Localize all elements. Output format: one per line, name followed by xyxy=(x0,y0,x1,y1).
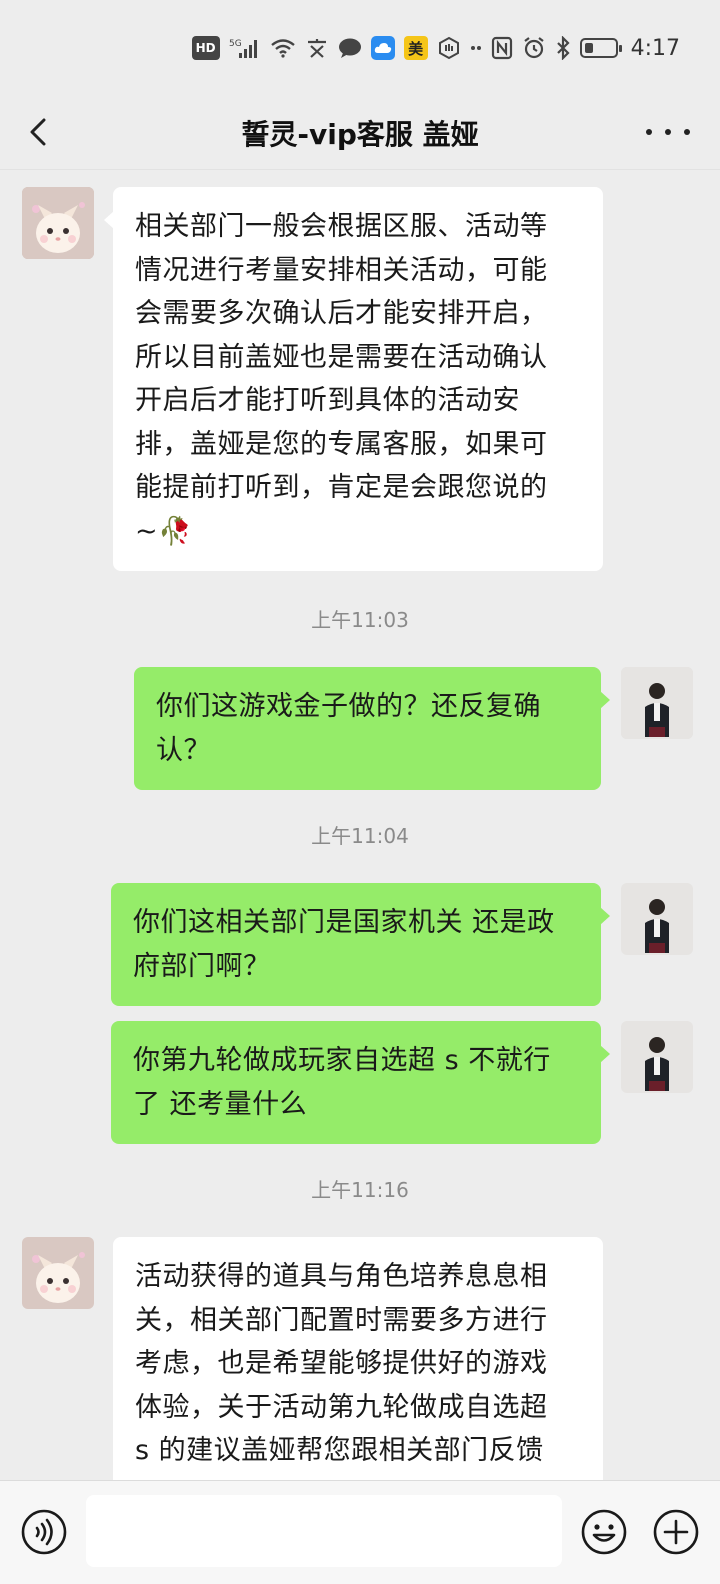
back-arrow-icon xyxy=(30,118,46,146)
chat-notification-icon xyxy=(338,36,362,60)
hd-badge: HD xyxy=(191,36,220,60)
user-avatar[interactable] xyxy=(621,1021,693,1093)
status-time: 4:17 xyxy=(630,35,680,61)
timestamp-separator: 上午11:16 xyxy=(311,1178,409,1202)
contact-avatar[interactable] xyxy=(22,187,94,259)
alarm-icon xyxy=(522,36,546,60)
outgoing-message-bubble[interactable]: 你们这游戏金子做的？还反复确 认？ xyxy=(134,667,610,790)
message-line: 活动获得的道具与角色培养息息相 xyxy=(135,1261,548,1292)
outgoing-message-bubble[interactable]: 你第九轮做成玩家自选超 s 不就行 了 还考量什么 xyxy=(111,1021,610,1144)
user-avatar[interactable] xyxy=(621,883,693,955)
message-line: 你们这游戏金子做的？还反复确 xyxy=(156,691,541,722)
contact-avatar[interactable] xyxy=(22,1237,94,1309)
message-line: 认？ xyxy=(156,734,211,766)
message-line: 关，相关部门配置时需要多方进行 xyxy=(135,1304,548,1336)
outgoing-message-bubble[interactable]: 你们这相关部门是国家机关 还是政 府部门啊？ xyxy=(111,883,610,1006)
user-avatar[interactable] xyxy=(621,667,693,739)
signal-icon: 5G xyxy=(229,36,261,60)
message-line: ~🥀 xyxy=(135,515,193,547)
timestamp-separator: 上午11:03 xyxy=(311,608,409,632)
message-line: 府部门啊？ xyxy=(133,950,271,982)
person-avatar-icon xyxy=(621,667,693,739)
wifi-icon xyxy=(270,36,296,60)
message-line: 体验，关于活动第九轮做成自选超 xyxy=(135,1391,548,1423)
cloud-icon xyxy=(370,36,395,60)
cat-avatar-icon xyxy=(22,1237,94,1309)
message-line: 情况进行考量安排相关活动，可能 xyxy=(135,254,548,286)
back-button[interactable] xyxy=(22,112,62,152)
message-line: 相关部门一般会根据区服、活动等 xyxy=(135,211,548,242)
incoming-message-bubble[interactable]: 相关部门一般会根据区服、活动等 情况进行考量安排相关活动，可能 会需要多次确认后… xyxy=(104,187,603,571)
message-line: s 的建议盖娅帮您跟相关部门反馈 xyxy=(135,1435,544,1466)
plus-icon xyxy=(653,1509,699,1555)
input-bar xyxy=(0,1480,720,1584)
app-notification-icon xyxy=(305,36,329,60)
message-line: 排，盖娅是您的专属客服，如果可 xyxy=(135,428,548,460)
message-line: 考虑，也是希望能够提供好的游戏 xyxy=(135,1348,548,1379)
voice-button[interactable] xyxy=(20,1508,68,1556)
chat-title: 誓灵-vip客服 盖娅 xyxy=(241,117,479,151)
incoming-message-bubble[interactable]: 活动获得的道具与角色培养息息相 关，相关部门配置时需要多方进行 考虑，也是希望能… xyxy=(113,1237,603,1480)
chat-header: 誓灵-vip客服 盖娅 xyxy=(0,96,720,170)
more-functions-button[interactable] xyxy=(652,1508,700,1556)
more-options-button[interactable] xyxy=(646,112,690,152)
hand-icon xyxy=(437,36,461,60)
message-line: 开启后才能打听到具体的活动安 xyxy=(135,385,520,416)
emoji-icon xyxy=(581,1509,627,1555)
more-dot-icon xyxy=(684,129,690,135)
message-line: 能提前打听到，肯定是会跟您说的 xyxy=(135,472,548,503)
message-line: 你们这相关部门是国家机关 还是政 xyxy=(133,907,555,938)
voice-icon xyxy=(21,1509,67,1555)
battery-icon xyxy=(579,36,622,60)
nfc-icon xyxy=(491,36,513,60)
message-line: 会需要多次确认后才能安排开启， xyxy=(135,298,548,329)
bluetooth-icon xyxy=(555,36,571,60)
message-line: 了 还考量什么 xyxy=(133,1088,308,1120)
emoji-button[interactable] xyxy=(580,1508,628,1556)
message-input[interactable] xyxy=(86,1495,562,1567)
person-avatar-icon xyxy=(621,1021,693,1093)
dots-icon xyxy=(470,36,482,60)
status-bar: HD 5G 美 4:17 xyxy=(0,0,720,96)
cat-avatar-icon xyxy=(22,187,94,259)
message-line: 所以目前盖娅也是需要在活动确认 xyxy=(135,341,548,373)
network-label: 5G xyxy=(229,39,242,49)
person-avatar-icon xyxy=(621,883,693,955)
message-line: 你第九轮做成玩家自选超 s 不就行 xyxy=(133,1045,551,1076)
more-dot-icon xyxy=(646,129,652,135)
more-dot-icon xyxy=(665,129,671,135)
timestamp-separator: 上午11:04 xyxy=(311,824,409,848)
meituan-icon: 美 xyxy=(403,36,428,60)
